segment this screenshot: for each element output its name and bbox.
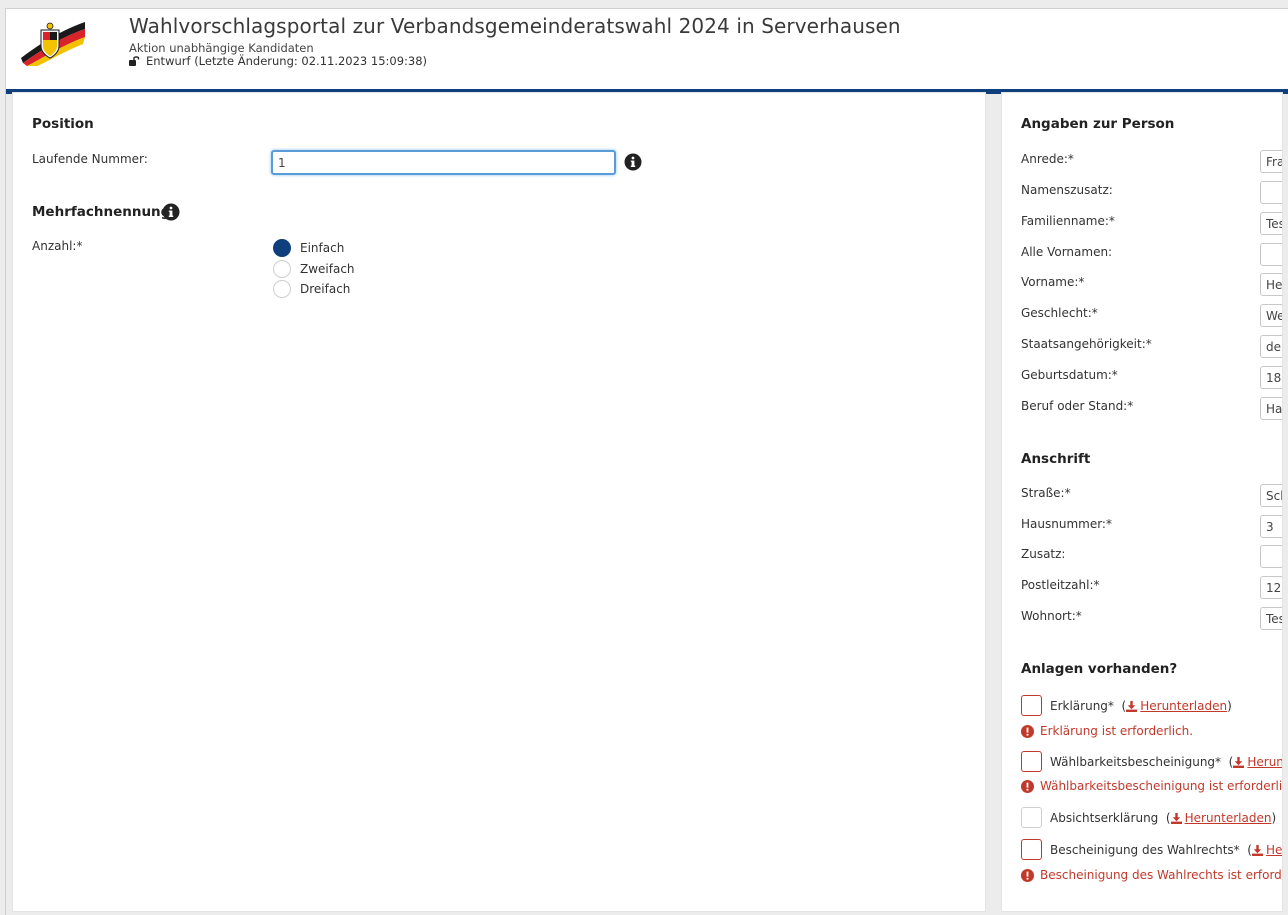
radio-label: Zweifach — [300, 262, 355, 276]
error-message: Bescheinigung des Wahlrechts ist erforde… — [1021, 868, 1282, 882]
field-label: Postleitzahl:* — [1021, 578, 1100, 592]
anlage-label: Wählbarkeitsbescheinigung* — [1050, 754, 1222, 769]
download-link-text: Herunterladen — [1140, 698, 1228, 713]
page-subtitle: Aktion unabhängige Kandidaten — [129, 41, 314, 55]
error-message: Erklärung ist erforderlich. — [1021, 724, 1193, 738]
waehlbarkeit-checkbox[interactable] — [1021, 751, 1042, 772]
position-card: Position Laufende Nummer: Mehrfachnennun… — [12, 92, 986, 912]
info-icon[interactable] — [624, 153, 642, 171]
field-label: Namenszusatz: — [1021, 183, 1113, 197]
strasse-input[interactable] — [1260, 484, 1282, 507]
radio-button[interactable] — [273, 260, 291, 278]
vornamen-input[interactable] — [1260, 243, 1282, 266]
download-link[interactable]: Herunterladen — [1251, 842, 1283, 857]
anschrift-title: Anschrift — [1021, 451, 1091, 467]
anlage-label: Bescheinigung des Wahlrechts* — [1050, 842, 1240, 857]
radio-zweifach[interactable]: Zweifach — [273, 260, 355, 278]
hausnummer-input[interactable] — [1260, 515, 1282, 538]
laufende-nummer-input[interactable] — [271, 150, 616, 175]
download-icon — [1170, 812, 1182, 824]
download-link-text: Herunterladen — [1184, 810, 1272, 825]
field-label: Geschlecht:* — [1021, 306, 1098, 320]
person-title: Angaben zur Person — [1021, 116, 1175, 132]
person-card: Angaben zur Person Anrede:* Namenszusatz… — [1001, 92, 1283, 912]
anlage-label: Erklärung* — [1050, 698, 1114, 713]
error-message: Wählbarkeitsbescheinigung ist erforderli… — [1021, 779, 1283, 793]
draft-status-text: Entwurf (Letzte Änderung: 02.11.2023 15:… — [146, 54, 428, 68]
field-label: Familienname:* — [1021, 214, 1115, 228]
rlp-logo — [19, 16, 87, 68]
field-label: Staatsangehörigkeit:* — [1021, 337, 1152, 351]
download-link[interactable]: Herunterladen — [1233, 754, 1282, 769]
radio-button[interactable] — [273, 239, 291, 257]
error-text: Erklärung ist erforderlich. — [1040, 724, 1194, 738]
staatsangehoerigkeit-select[interactable] — [1260, 335, 1282, 358]
anlage-waehlbarkeit: Wählbarkeitsbescheinigung* ( Herunterlad… — [1021, 751, 1282, 772]
wohnort-input[interactable] — [1260, 607, 1282, 630]
position-title: Position — [32, 116, 94, 132]
geburtsdatum-input[interactable] — [1260, 366, 1282, 389]
anlage-label: Absichtserklärung — [1050, 810, 1159, 825]
error-icon — [1021, 779, 1034, 793]
radio-dreifach[interactable]: Dreifach — [273, 280, 350, 298]
field-label: Geburtsdatum:* — [1021, 368, 1118, 382]
field-label: Vorname:* — [1021, 275, 1085, 289]
lock-open-icon — [129, 56, 140, 66]
vorname-input[interactable] — [1260, 273, 1282, 296]
radio-label: Einfach — [300, 241, 345, 255]
postleitzahl-input[interactable] — [1260, 576, 1282, 599]
familienname-input[interactable] — [1260, 212, 1282, 235]
download-link-text: Herunterladen — [1265, 842, 1283, 857]
field-label: Hausnummer:* — [1021, 517, 1112, 531]
anlage-erklaerung: Erklärung* ( Herunterladen ) — [1021, 695, 1232, 716]
field-label: Zusatz: — [1021, 547, 1066, 561]
page-title: Wahlvorschlagsportal zur Verbandsgemeind… — [129, 14, 901, 38]
error-text: Wählbarkeitsbescheinigung ist erforderli… — [1040, 779, 1283, 793]
field-label: Straße:* — [1021, 486, 1071, 500]
download-icon — [1251, 844, 1263, 856]
absichtserklaerung-checkbox[interactable] — [1021, 807, 1042, 828]
laufende-nummer-label: Laufende Nummer: — [32, 152, 148, 166]
erklaerung-checkbox[interactable] — [1021, 695, 1042, 716]
zusatz-input[interactable] — [1260, 545, 1282, 568]
error-icon — [1021, 868, 1034, 882]
geschlecht-select[interactable] — [1260, 304, 1282, 327]
field-label: Beruf oder Stand:* — [1021, 399, 1134, 413]
error-icon — [1021, 724, 1034, 738]
page-header: Wahlvorschlagsportal zur Verbandsgemeind… — [6, 9, 1288, 89]
beruf-input[interactable] — [1260, 397, 1282, 420]
field-label: Wohnort:* — [1021, 609, 1082, 623]
draft-status: Entwurf (Letzte Änderung: 02.11.2023 15:… — [129, 54, 427, 68]
download-icon — [1126, 700, 1138, 712]
download-link[interactable]: Herunterladen — [1126, 699, 1227, 713]
error-text: Bescheinigung des Wahlrechts ist erforde… — [1040, 868, 1282, 882]
field-label: Anrede:* — [1021, 152, 1074, 166]
download-icon — [1233, 756, 1245, 768]
radio-einfach[interactable]: Einfach — [273, 239, 344, 257]
anlagen-title: Anlagen vorhanden? — [1021, 661, 1178, 677]
field-label: Alle Vornamen: — [1021, 245, 1113, 259]
mehrfachnennung-info-icon[interactable] — [162, 203, 180, 221]
wahlrecht-checkbox[interactable] — [1021, 839, 1042, 860]
anlage-wahlrecht: Bescheinigung des Wahlrechts* ( Herunter… — [1021, 839, 1283, 860]
anzahl-label: Anzahl:* — [32, 239, 83, 253]
namenszusatz-input[interactable] — [1260, 181, 1282, 204]
radio-button[interactable] — [273, 280, 291, 298]
download-link[interactable]: Herunterladen — [1170, 810, 1272, 825]
mehrfachnennung-title: Mehrfachnennung — [32, 204, 171, 220]
anrede-select[interactable] — [1260, 150, 1282, 173]
download-link-text: Herunterladen — [1247, 754, 1282, 769]
radio-label: Dreifach — [300, 282, 351, 296]
anlage-absichtserklaerung: Absichtserklärung ( Herunterladen ) — [1021, 807, 1276, 828]
